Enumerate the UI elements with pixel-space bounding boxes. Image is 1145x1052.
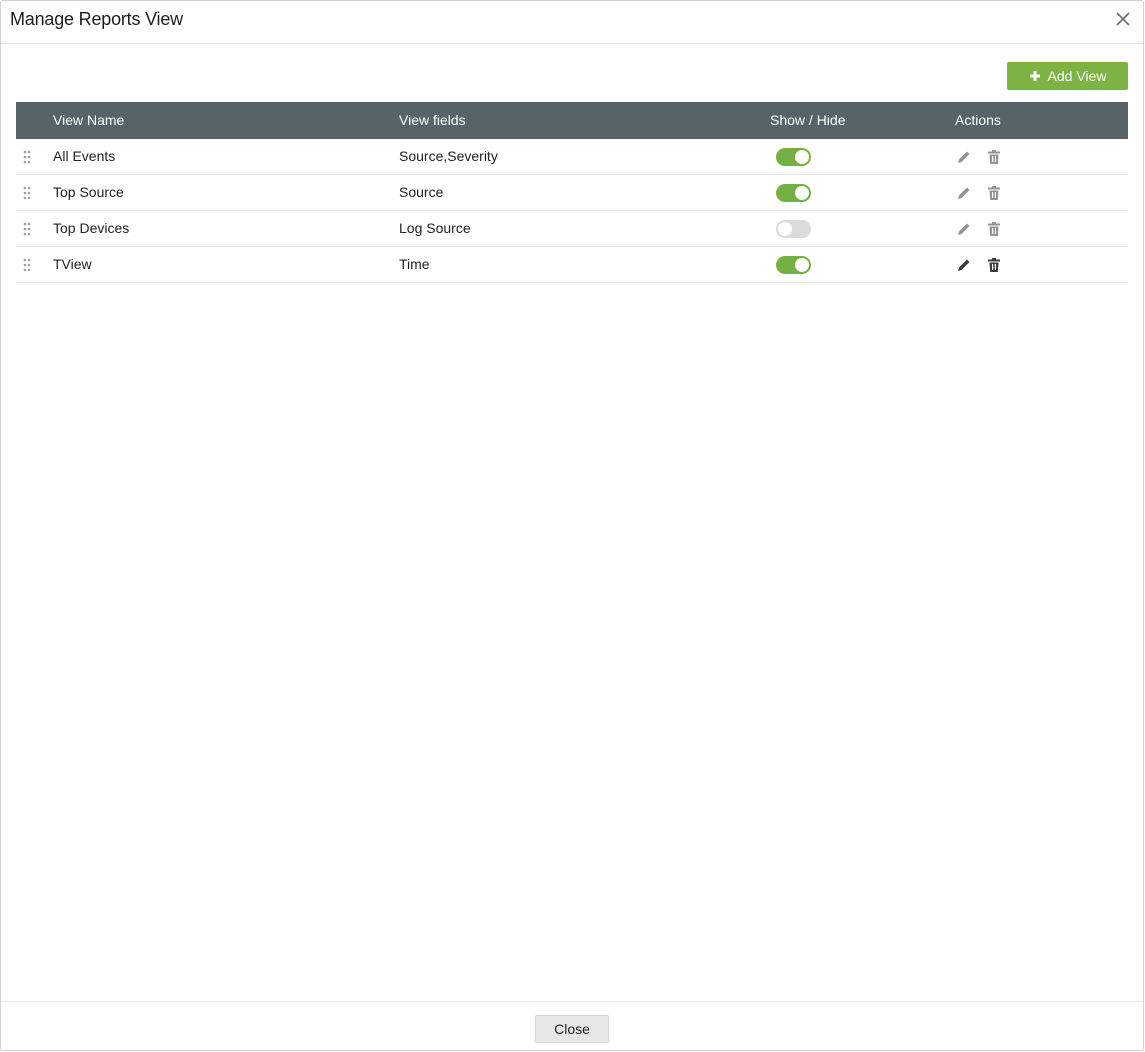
trash-icon[interactable] <box>986 185 1002 201</box>
dialog-footer: Close <box>1 1001 1143 1051</box>
table-row: Top Devices Log Source <box>16 211 1128 247</box>
view-fields-cell: Source <box>399 184 444 200</box>
show-hide-toggle[interactable] <box>776 148 811 166</box>
view-name-cell: Top Devices <box>53 220 130 236</box>
add-view-label: Add View <box>1047 68 1107 84</box>
column-header-show-hide: Show / Hide <box>770 112 846 128</box>
trash-icon[interactable] <box>986 149 1002 165</box>
drag-handle-icon[interactable] <box>22 221 32 237</box>
column-header-view-fields: View fields <box>399 112 466 128</box>
table-body: All Events Source,Severity Top Source So… <box>16 139 1128 283</box>
table-row: Top Source Source <box>16 175 1128 211</box>
trash-icon[interactable] <box>986 257 1002 273</box>
view-name-cell: Top Source <box>53 184 124 200</box>
dialog-header: Manage Reports View <box>1 1 1143 44</box>
table-header: View Name View fields Show / Hide Action… <box>16 102 1128 139</box>
dialog-title: Manage Reports View <box>10 9 183 29</box>
add-view-button[interactable]: Add View <box>1007 62 1128 90</box>
column-header-actions: Actions <box>955 112 1001 128</box>
close-button[interactable]: Close <box>535 1015 609 1043</box>
view-fields-cell: Source,Severity <box>399 148 498 164</box>
column-header-view-name: View Name <box>53 112 125 128</box>
table-row: TView Time <box>16 247 1128 283</box>
drag-handle-icon[interactable] <box>22 185 32 201</box>
drag-handle-icon[interactable] <box>22 257 32 273</box>
view-fields-cell: Log Source <box>399 220 471 236</box>
trash-icon[interactable] <box>986 221 1002 237</box>
manage-reports-view-dialog: Manage Reports View Add View View Name V… <box>0 0 1144 1051</box>
view-name-cell: TView <box>53 256 92 272</box>
close-icon[interactable] <box>1114 10 1132 28</box>
show-hide-toggle[interactable] <box>776 256 811 274</box>
show-hide-toggle[interactable] <box>776 220 811 238</box>
pencil-icon[interactable] <box>956 149 972 165</box>
plus-icon <box>1029 71 1040 81</box>
view-name-cell: All Events <box>53 148 116 164</box>
table-row: All Events Source,Severity <box>16 139 1128 175</box>
drag-handle-icon[interactable] <box>22 149 32 165</box>
view-fields-cell: Time <box>399 256 430 272</box>
show-hide-toggle[interactable] <box>776 184 811 202</box>
views-table: View Name View fields Show / Hide Action… <box>16 102 1128 283</box>
pencil-icon[interactable] <box>956 185 972 201</box>
pencil-icon[interactable] <box>956 221 972 237</box>
pencil-icon[interactable] <box>956 257 972 273</box>
